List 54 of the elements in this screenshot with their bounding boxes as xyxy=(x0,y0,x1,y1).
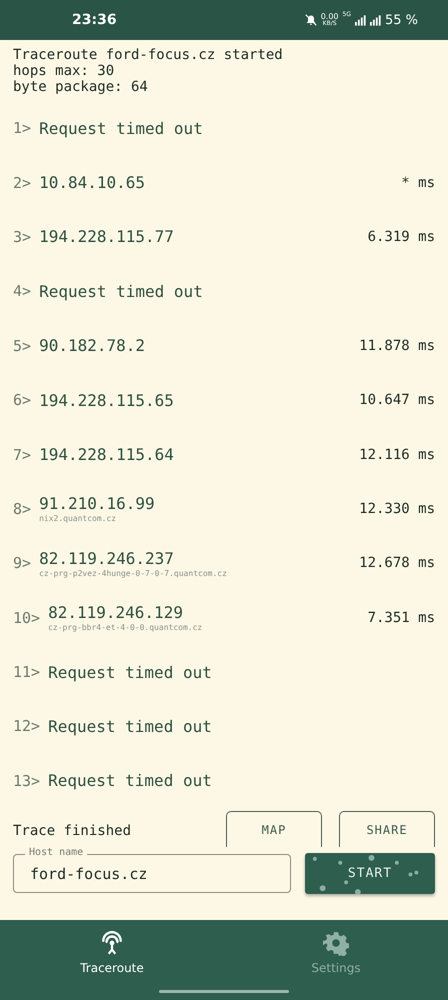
clock: 23:36 xyxy=(72,12,117,28)
response-time: 11.878 ms xyxy=(359,338,435,354)
ip-address: 194.228.115.65 xyxy=(39,390,175,410)
hostname: nix2.quantcom.cz xyxy=(39,514,118,524)
hop-number: 13> xyxy=(13,772,40,790)
log-line: hops max: 30 xyxy=(13,63,116,79)
ip-address: 82.119.246.237 xyxy=(39,548,175,568)
response-time: 6.319 ms xyxy=(368,228,435,245)
timeout-message: Request timed out xyxy=(48,771,213,790)
signal-icon xyxy=(370,14,381,26)
start-button[interactable]: START xyxy=(305,853,435,894)
hostname: cz-prg-bbr4-et-4-0-0.quantcom.cz xyxy=(48,623,204,632)
timeout-message: Request timed out xyxy=(39,118,204,138)
hop-number: 2> xyxy=(13,174,32,192)
hop-number: 4> xyxy=(13,282,32,300)
share-button[interactable]: SHARE xyxy=(339,811,435,848)
hostname: cz-prg-p2vez-4hunge-0-7-0-7.quantcom.cz xyxy=(39,568,228,578)
hop-number: 11> xyxy=(13,663,40,682)
ip-address: 82.119.246.129 xyxy=(48,603,184,622)
signal-icon xyxy=(354,14,366,26)
log-line: byte package: 64 xyxy=(13,79,149,95)
ip-address: 90.182.78.2 xyxy=(39,336,146,356)
data-speed: 0.00 xyxy=(320,13,338,20)
hop-number: 1> xyxy=(13,119,32,138)
ip-address: 91.210.16.99 xyxy=(39,494,156,514)
response-time: 12.116 ms xyxy=(359,446,435,463)
ip-address: 194.228.115.64 xyxy=(39,445,175,464)
hop-number: 5> xyxy=(13,336,32,355)
hop-number: 6> xyxy=(13,391,32,410)
timeout-message: Request timed out xyxy=(48,662,213,682)
response-time: * ms xyxy=(401,174,435,191)
muted-bell-icon xyxy=(304,14,317,26)
timeout-message: Request timed out xyxy=(39,282,204,301)
trace-status: Trace finished xyxy=(13,823,132,842)
hop-number: 8> xyxy=(13,500,32,518)
response-time: 7.351 ms xyxy=(368,610,435,626)
log-line: Traceroute ford-focus.cz started xyxy=(13,47,284,63)
ip-address: 194.228.115.77 xyxy=(39,227,175,246)
host-name-field[interactable]: ford-focus.cz xyxy=(13,854,291,894)
hop-number: 9> xyxy=(13,554,32,572)
antenna-icon xyxy=(99,930,125,956)
settings-icon xyxy=(323,930,349,956)
ip-address: 10.84.10.65 xyxy=(39,173,146,192)
response-time: 12.678 ms xyxy=(359,555,435,572)
response-time: 12.330 ms xyxy=(359,500,435,517)
response-time: 10.647 ms xyxy=(359,392,435,408)
hop-number: 10> xyxy=(13,608,40,627)
hop-number: 7> xyxy=(13,446,32,464)
hop-number: 3> xyxy=(13,228,32,246)
nav-tab[interactable]: Traceroute xyxy=(0,920,224,1000)
map-button[interactable]: MAP xyxy=(226,811,322,848)
timeout-message: Request timed out xyxy=(48,716,213,736)
battery-percent: 55 % xyxy=(384,12,418,28)
hop-number: 12> xyxy=(13,717,40,736)
